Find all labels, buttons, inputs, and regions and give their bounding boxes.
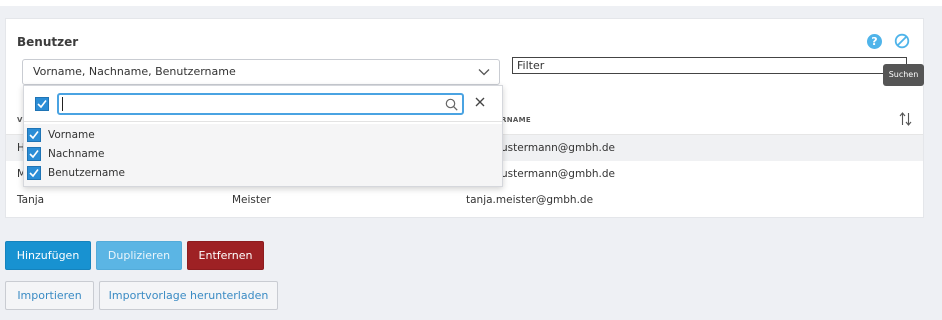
check-icon — [29, 131, 39, 140]
cell-last-name: Meister — [232, 194, 271, 206]
remove-button[interactable]: Entfernen — [187, 241, 264, 270]
option-username[interactable]: Benutzername — [24, 164, 502, 183]
close-icon[interactable] — [474, 96, 486, 108]
option-first-name[interactable]: Vorname — [24, 126, 502, 145]
search-icon — [445, 98, 458, 111]
check-icon — [37, 100, 47, 109]
dropdown-list: Vorname Nachname Benutzername — [24, 124, 502, 186]
option-label: Nachname — [48, 148, 105, 160]
select-all-checkbox[interactable] — [35, 97, 49, 111]
dropdown-header — [24, 86, 502, 122]
top-strip — [0, 0, 942, 6]
sort-icon[interactable] — [899, 112, 912, 126]
chevron-down-icon — [478, 69, 490, 76]
duplicate-button[interactable]: Duplizieren — [96, 241, 182, 270]
option-checkbox[interactable] — [27, 166, 41, 180]
add-button[interactable]: Hinzufügen — [5, 241, 91, 270]
help-icon[interactable]: ? — [867, 34, 882, 49]
option-checkbox[interactable] — [27, 147, 41, 161]
column-dropdown: Vorname Nachname Benutzername — [23, 85, 503, 187]
cell-first-name: Tanja — [17, 194, 45, 206]
cell-email: ustermann@gmbh.de — [501, 168, 615, 180]
column-select-value: Vorname, Nachname, Benutzername — [33, 65, 236, 78]
column-header-username[interactable]: RNAME — [501, 116, 531, 124]
option-label: Vorname — [48, 129, 95, 141]
search-tooltip: Suchen — [883, 64, 924, 86]
cell-email: tanja.meister@gmbh.de — [466, 194, 594, 206]
option-last-name[interactable]: Nachname — [24, 145, 502, 164]
ban-icon[interactable] — [894, 33, 910, 49]
panel-title: Benutzer — [17, 35, 79, 49]
option-checkbox[interactable] — [27, 128, 41, 142]
option-label: Benutzername — [48, 167, 125, 179]
check-icon — [29, 150, 39, 159]
cell-email: ustermann@gmbh.de — [501, 142, 615, 154]
dropdown-search — [57, 93, 464, 115]
download-template-button[interactable]: Importvorlage herunterladen — [99, 281, 278, 310]
dropdown-search-input[interactable] — [62, 97, 437, 111]
check-icon — [29, 169, 39, 178]
column-select[interactable]: Vorname, Nachname, Benutzername — [22, 59, 500, 85]
import-button[interactable]: Importieren — [5, 281, 94, 310]
filter-input[interactable] — [512, 57, 907, 74]
table-row[interactable]: Tanja Meister tanja.meister@gmbh.de — [6, 187, 923, 213]
